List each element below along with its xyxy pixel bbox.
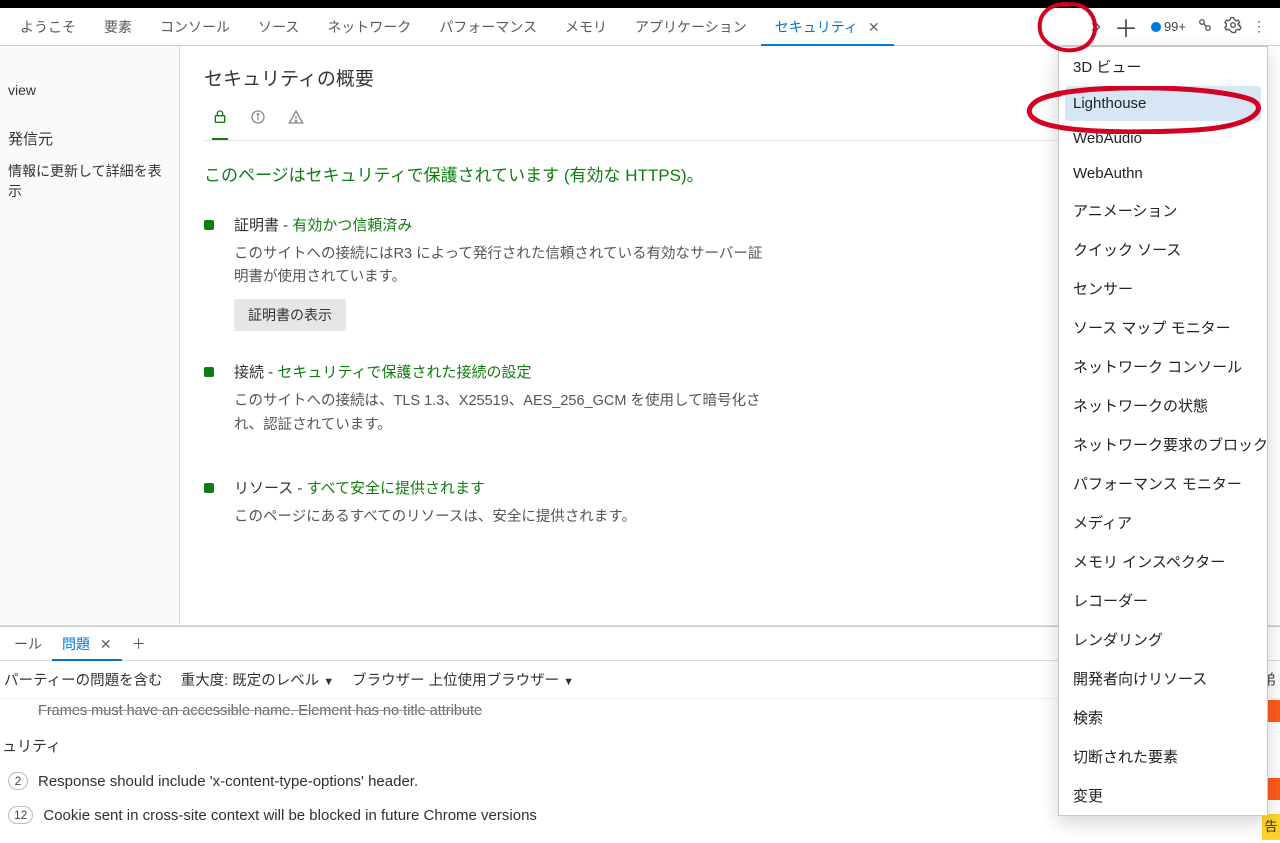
menu-item[interactable]: Lighthouse [1065,86,1261,121]
filter-browser[interactable]: ブラウザー 上位使用ブラウザー▼ [352,669,574,690]
bottom-tab-partial[interactable]: ール [4,627,52,661]
menu-item[interactable]: 変更 [1059,776,1267,815]
tab-network[interactable]: ネットワーク [313,8,425,46]
tab-security-label: セキュリティ [775,19,858,35]
add-panel-button[interactable]: ＋ [1111,12,1141,42]
close-icon[interactable]: ✕ [100,636,112,652]
menu-item[interactable]: メモリ インスペクター [1059,542,1267,581]
tab-welcome[interactable]: ようこそ [6,8,90,46]
more-tabs-icon[interactable]: » [1091,16,1101,37]
menu-item[interactable]: レンダリング [1059,620,1267,659]
issues-count: 99+ [1164,19,1186,34]
close-icon[interactable]: ✕ [868,19,880,35]
settings-icon[interactable] [1224,16,1242,37]
menu-item[interactable]: ネットワーク コンソール [1059,347,1267,386]
menu-item[interactable]: 3D ビュー [1059,47,1267,86]
menu-item[interactable]: ソース マップ モニター [1059,308,1267,347]
bottom-add-tab[interactable]: ＋ [122,627,156,661]
menu-item[interactable]: 切断された要素 [1059,737,1267,776]
tab-security[interactable]: セキュリティ ✕ [761,8,894,46]
tab-sources[interactable]: ソース [244,8,313,46]
certificate-desc: このサイトへの接続にはR3 によって発行された信頼されている有効なサーバー証明書… [234,243,774,289]
connection-desc: このサイトへの接続は、TLS 1.3、X25519、AES_256_GCM を使… [234,390,774,436]
status-bullet-icon [204,367,214,377]
more-tools-menu: 3D ビューLighthouseWebAudioWebAuthnアニメーションク… [1058,46,1268,816]
chevron-down-icon: ▼ [563,676,574,688]
tab-elements[interactable]: 要素 [90,8,146,46]
bottom-tab-issues[interactable]: 問題 ✕ [52,627,122,661]
menu-item[interactable]: アニメーション [1059,191,1267,230]
kebab-menu-icon[interactable]: ⋮ [1252,18,1266,35]
devtools-tab-strip: ようこそ 要素 コンソール ソース ネットワーク パフォーマンス メモリ アプリ… [0,8,1280,46]
issue-count-badge: 2 [8,772,28,790]
filter-thirdparty[interactable]: パーティーの問題を含む [4,669,163,690]
lock-icon[interactable] [212,109,228,140]
warning-icon[interactable] [288,109,304,128]
connection-title: 接続 - セキュリティで保護された接続の設定 [234,361,774,382]
color-stub-yellow: 告 [1262,814,1280,840]
menu-item[interactable]: クイック ソース [1059,230,1267,269]
menu-item[interactable]: センサー [1059,269,1267,308]
info-icon[interactable] [250,109,266,128]
menu-item[interactable]: メディア [1059,503,1267,542]
activity-icon[interactable] [1196,16,1214,37]
issue-count-badge: 12 [8,806,33,824]
sidebar-detail-hint: 情報に更新して詳細を表示 [0,155,179,207]
tab-application[interactable]: アプリケーション [621,8,761,46]
menu-item[interactable]: レコーダー [1059,581,1267,620]
certificate-title: 証明書 - 有効かつ信頼済み [234,214,774,235]
menu-item[interactable]: ネットワーク要求のブロック [1059,425,1267,464]
issues-indicator[interactable]: 99+ [1151,19,1186,34]
tab-memory[interactable]: メモリ [551,8,621,46]
menu-item[interactable]: WebAuthn [1059,156,1267,191]
sidebar-origin-header: 発信元 [0,122,179,155]
status-bullet-icon [204,220,214,230]
menu-item[interactable]: WebAudio [1059,121,1267,156]
menu-item[interactable]: 開発者向けリソース [1059,659,1267,698]
tab-console[interactable]: コンソール [146,8,244,46]
issue-text: Response should include 'x-content-type-… [38,773,418,790]
status-bullet-icon [204,483,214,493]
security-sidebar: view 発信元 情報に更新して詳細を表示 [0,46,180,625]
show-certificate-button[interactable]: 証明書の表示 [234,299,346,331]
resources-title: リソース - すべて安全に提供されます [234,477,636,498]
menu-item[interactable]: ネットワークの状態 [1059,386,1267,425]
issue-text: Cookie sent in cross-site context will b… [43,807,537,824]
resources-desc: このページにあるすべてのリソースは、安全に提供されます。 [234,506,636,529]
issues-dot-icon [1151,22,1161,32]
chevron-down-icon: ▼ [323,676,334,688]
filter-severity[interactable]: 重大度: 既定のレベル▼ [181,669,334,690]
menu-item[interactable]: 検索 [1059,698,1267,737]
sidebar-view[interactable]: view [0,76,179,104]
tab-performance[interactable]: パフォーマンス [425,8,551,46]
menu-item[interactable]: パフォーマンス モニター [1059,464,1267,503]
